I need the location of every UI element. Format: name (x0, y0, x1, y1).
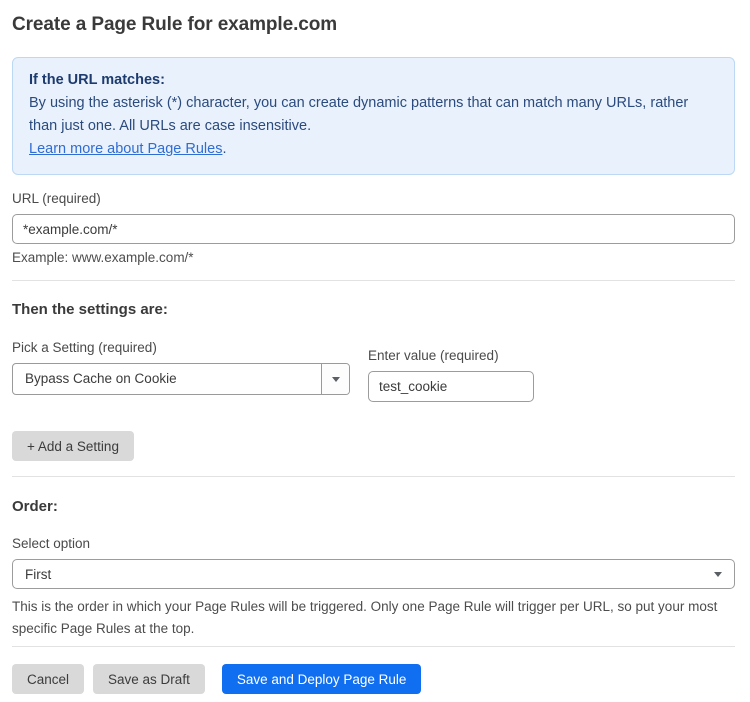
setting-column: Pick a Setting (required) Bypass Cache o… (12, 324, 350, 402)
divider-after-url (12, 280, 735, 281)
form-actions: Cancel Save as Draft Save and Deploy Pag… (12, 664, 735, 694)
url-match-info-box: If the URL matches: By using the asteris… (12, 57, 735, 175)
order-section-heading: Order: (12, 498, 735, 515)
url-input[interactable] (12, 214, 735, 244)
setting-select-arrow-button[interactable] (321, 364, 349, 394)
divider-before-actions (12, 646, 735, 647)
learn-more-link[interactable]: Learn more about Page Rules (29, 141, 222, 157)
order-select-value: First (25, 567, 51, 582)
page-rule-form: Create a Page Rule for example.com If th… (0, 14, 750, 694)
select-option-label: Select option (12, 536, 735, 551)
value-column: Enter value (required) (368, 332, 534, 402)
setting-value-input[interactable] (368, 371, 534, 402)
url-example-hint: Example: www.example.com/* (12, 250, 735, 265)
save-as-draft-button[interactable]: Save as Draft (93, 664, 205, 694)
info-box-heading: If the URL matches: (29, 69, 718, 92)
settings-row: Pick a Setting (required) Bypass Cache o… (12, 324, 735, 402)
info-box-body: By using the asterisk (*) character, you… (29, 92, 718, 138)
divider-after-settings (12, 476, 735, 477)
enter-value-label: Enter value (required) (368, 348, 534, 363)
chevron-down-icon (332, 377, 340, 382)
setting-select[interactable]: Bypass Cache on Cookie (12, 363, 350, 395)
save-and-deploy-button[interactable]: Save and Deploy Page Rule (222, 664, 422, 694)
pick-setting-label: Pick a Setting (required) (12, 340, 350, 355)
cancel-button[interactable]: Cancel (12, 664, 84, 694)
settings-section-heading: Then the settings are: (12, 301, 735, 318)
info-box-link-line: Learn more about Page Rules. (29, 138, 718, 161)
url-label: URL (required) (12, 191, 735, 206)
order-hint: This is the order in which your Page Rul… (12, 596, 735, 640)
add-setting-button[interactable]: + Add a Setting (12, 431, 134, 461)
order-select[interactable]: First (12, 559, 735, 589)
chevron-down-icon (714, 572, 722, 577)
setting-select-value: Bypass Cache on Cookie (13, 364, 321, 394)
link-period: . (222, 141, 226, 157)
page-title: Create a Page Rule for example.com (12, 14, 735, 36)
